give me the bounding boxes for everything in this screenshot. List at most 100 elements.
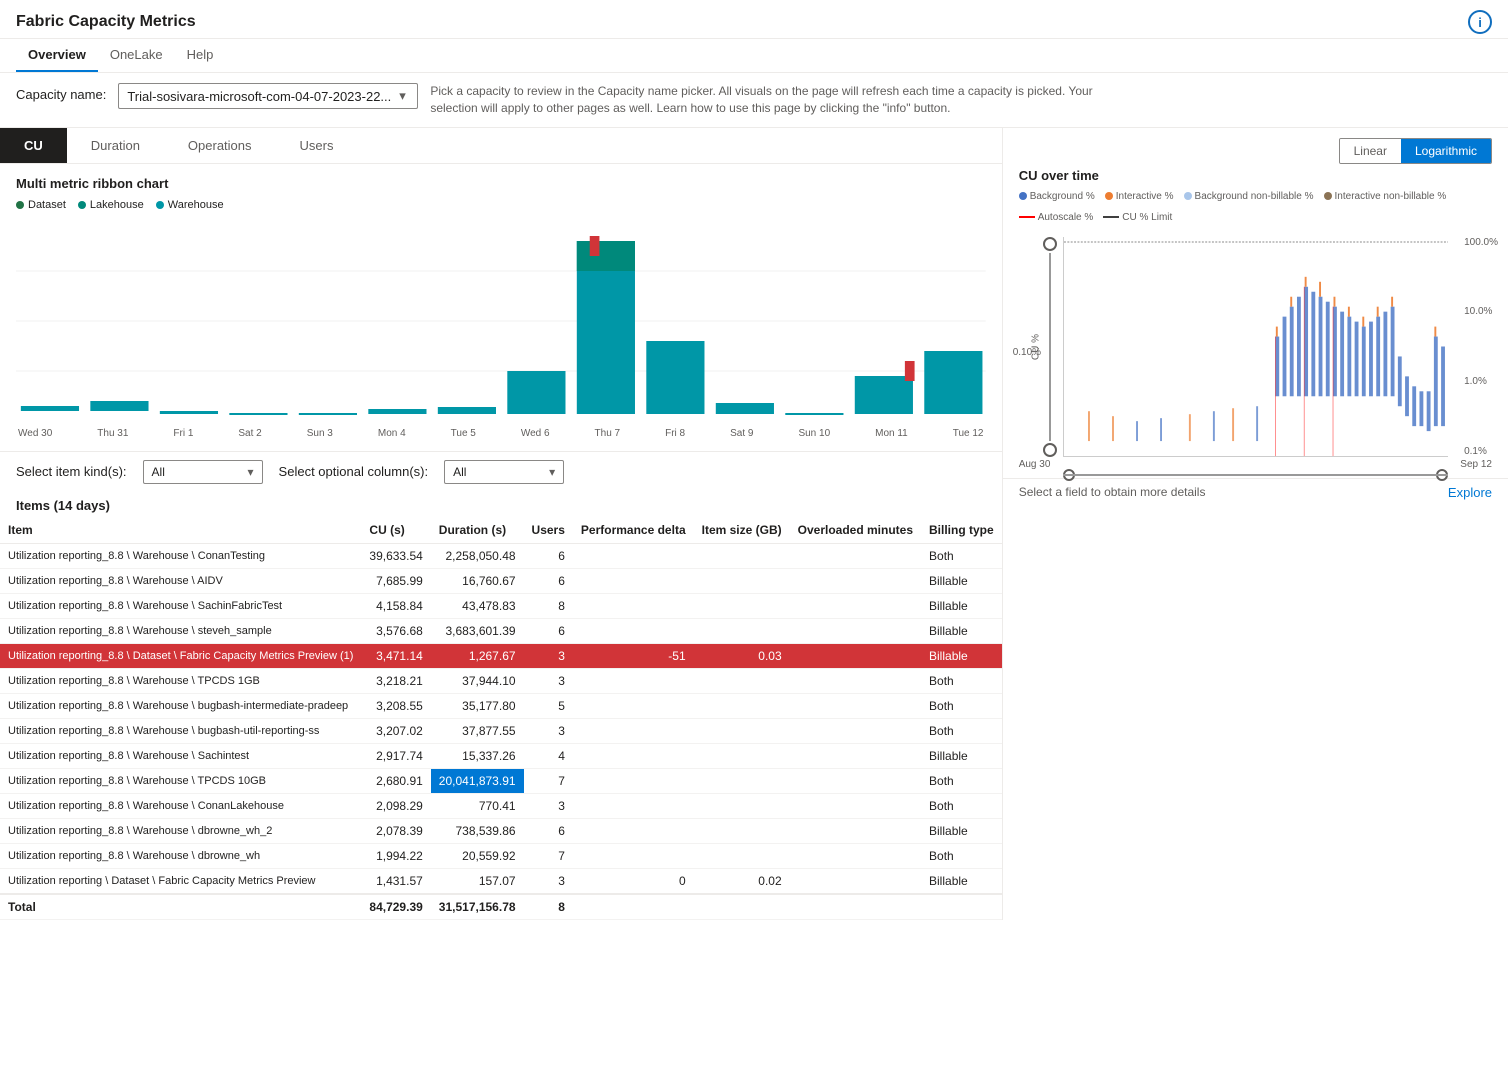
duration-cell: 3,683,601.39 — [431, 618, 524, 643]
legend-autoscale: Autoscale % — [1019, 212, 1094, 223]
capacity-dropdown[interactable]: Trial-sosivara-microsoft-com-04-07-2023-… — [118, 83, 418, 109]
cu-chart-title: CU over time — [1003, 164, 1508, 191]
billing-cell: Both — [921, 543, 1002, 568]
table-row[interactable]: Utilization reporting_8.8 \ Warehouse \ … — [0, 843, 1002, 868]
table-row[interactable]: Utilization reporting_8.8 \ Dataset \ Fa… — [0, 643, 1002, 668]
legend-bg-nonbillable-dot — [1184, 192, 1192, 200]
users-cell: 4 — [524, 743, 573, 768]
top-slider-handle[interactable] — [1043, 237, 1057, 251]
perf-delta-cell — [573, 718, 694, 743]
billing-cell: Billable — [921, 568, 1002, 593]
linear-toggle-btn[interactable]: Linear — [1340, 139, 1401, 163]
table-row[interactable]: Utilization reporting_8.8 \ Warehouse \ … — [0, 693, 1002, 718]
billing-cell: Both — [921, 793, 1002, 818]
item-kind-dropdown[interactable]: All ▾ — [143, 460, 263, 484]
overloaded-cell — [790, 768, 921, 793]
x-axis-labels: Wed 30 Thu 31 Fri 1 Sat 2 Sun 3 Mon 4 Tu… — [16, 428, 986, 439]
table-row[interactable]: Utilization reporting_8.8 \ Warehouse \ … — [0, 593, 1002, 618]
legend-cu-limit-line — [1103, 216, 1119, 218]
item-size-cell — [694, 743, 790, 768]
table-row[interactable]: Utilization reporting_8.8 \ Warehouse \ … — [0, 793, 1002, 818]
table-row[interactable]: Utilization reporting_8.8 \ Warehouse \ … — [0, 818, 1002, 843]
cu-cell: 3,218.21 — [361, 668, 430, 693]
legend-warehouse-dot — [156, 201, 164, 209]
billing-cell: Billable — [921, 868, 1002, 894]
cu-x-labels: Aug 30 Sep 12 — [1003, 457, 1508, 470]
table-container[interactable]: Item CU (s) Duration (s) Users Performan… — [0, 517, 1002, 920]
legend-int-nonbillable-dot — [1324, 192, 1332, 200]
legend-cu-limit: CU % Limit — [1103, 212, 1172, 223]
table-row[interactable]: Utilization reporting_8.8 \ Warehouse \ … — [0, 543, 1002, 568]
explore-button[interactable]: Explore — [1448, 485, 1492, 500]
legend-bg-nonbillable: Background non-billable % — [1184, 191, 1314, 202]
duration-cell: 2,258,050.48 — [431, 543, 524, 568]
duration-cell: 20,041,873.91 — [431, 768, 524, 793]
perf-delta-cell — [573, 693, 694, 718]
item-name-cell: Utilization reporting_8.8 \ Warehouse \ … — [0, 743, 361, 768]
bottom-slider-handle[interactable] — [1043, 443, 1057, 457]
legend-dataset-dot — [16, 201, 24, 209]
tab-duration[interactable]: Duration — [67, 128, 164, 163]
table-row[interactable]: Utilization reporting_8.8 \ Warehouse \ … — [0, 718, 1002, 743]
optional-col-label: Select optional column(s): — [279, 464, 429, 479]
cu-header: Linear Logarithmic — [1003, 128, 1508, 164]
billing-cell: Billable — [921, 743, 1002, 768]
tab-onelake[interactable]: OneLake — [98, 39, 175, 72]
optional-col-dropdown[interactable]: All ▾ — [444, 460, 564, 484]
users-cell: 5 — [524, 693, 573, 718]
item-name-cell: Utilization reporting_8.8 \ Warehouse \ … — [0, 593, 361, 618]
cu-toggle: Linear Logarithmic — [1339, 138, 1492, 164]
cu-cell: 1,994.22 — [361, 843, 430, 868]
item-size-cell — [694, 843, 790, 868]
perf-delta-cell — [573, 793, 694, 818]
tab-overview[interactable]: Overview — [16, 39, 98, 72]
legend-lakehouse: Lakehouse — [78, 199, 144, 211]
item-size-cell — [694, 768, 790, 793]
logarithmic-toggle-btn[interactable]: Logarithmic — [1401, 139, 1491, 163]
left-panel: CU Duration Operations Users Multi metri… — [0, 128, 1003, 920]
bottom-slider-track — [1063, 474, 1448, 476]
item-size-cell — [694, 593, 790, 618]
legend-warehouse: Warehouse — [156, 199, 224, 211]
overloaded-cell — [790, 843, 921, 868]
item-name-cell: Utilization reporting_8.8 \ Warehouse \ … — [0, 543, 361, 568]
billing-cell: Billable — [921, 643, 1002, 668]
tab-cu[interactable]: CU — [0, 128, 67, 163]
item-kind-label: Select item kind(s): — [16, 464, 127, 479]
table-row[interactable]: Utilization reporting \ Dataset \ Fabric… — [0, 868, 1002, 894]
overloaded-cell — [790, 593, 921, 618]
table-row[interactable]: Utilization reporting_8.8 \ Warehouse \ … — [0, 668, 1002, 693]
filter-row: Select item kind(s): All ▾ Select option… — [0, 451, 1002, 492]
overloaded-cell — [790, 543, 921, 568]
ribbon-chart-section: Multi metric ribbon chart Dataset Lakeho… — [0, 164, 1002, 451]
item-name-cell: Utilization reporting \ Dataset \ Fabric… — [0, 868, 361, 894]
overloaded-cell — [790, 868, 921, 894]
cu-cell: 3,207.02 — [361, 718, 430, 743]
duration-cell: 1,267.67 — [431, 643, 524, 668]
cu-cell: 2,917.74 — [361, 743, 430, 768]
item-size-cell — [694, 718, 790, 743]
item-name-cell: Utilization reporting_8.8 \ Warehouse \ … — [0, 768, 361, 793]
cu-chart-wrapper: CU % 100.0% 10.0% 1.0% 0.1% 0.10% — [1063, 237, 1448, 457]
perf-delta-cell: 0 — [573, 868, 694, 894]
legend-lakehouse-dot — [78, 201, 86, 209]
info-icon[interactable]: i — [1468, 10, 1492, 34]
item-name-cell: Utilization reporting_8.8 \ Warehouse \ … — [0, 693, 361, 718]
table-row[interactable]: Utilization reporting_8.8 \ Warehouse \ … — [0, 768, 1002, 793]
explore-text: Select a field to obtain more details — [1019, 485, 1206, 499]
tab-users[interactable]: Users — [276, 128, 358, 163]
item-name-cell: Utilization reporting_8.8 \ Warehouse \ … — [0, 668, 361, 693]
table-row[interactable]: Utilization reporting_8.8 \ Warehouse \ … — [0, 568, 1002, 593]
table-row[interactable]: Utilization reporting_8.8 \ Warehouse \ … — [0, 618, 1002, 643]
tab-help[interactable]: Help — [175, 39, 226, 72]
total-users: 8 — [524, 894, 573, 920]
cu-chart-svg — [1064, 237, 1448, 456]
item-name-cell: Utilization reporting_8.8 \ Warehouse \ … — [0, 568, 361, 593]
users-cell: 6 — [524, 818, 573, 843]
overloaded-cell — [790, 693, 921, 718]
tab-operations[interactable]: Operations — [164, 128, 276, 163]
col-duration: Duration (s) — [431, 517, 524, 544]
billing-cell: Both — [921, 693, 1002, 718]
table-row[interactable]: Utilization reporting_8.8 \ Warehouse \ … — [0, 743, 1002, 768]
items-table: Item CU (s) Duration (s) Users Performan… — [0, 517, 1002, 920]
